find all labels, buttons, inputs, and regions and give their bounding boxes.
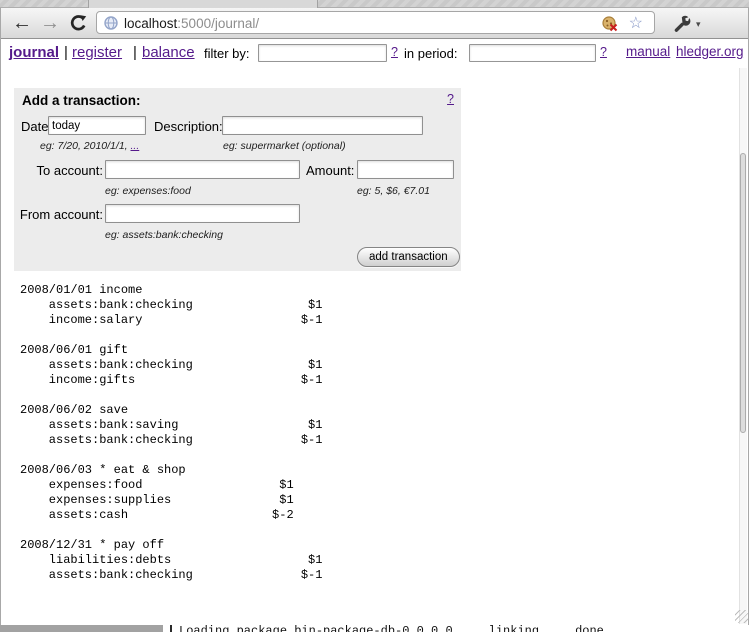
bookmark-star-icon[interactable]: ☆ <box>629 13 643 33</box>
date-hint: eg: 7/20, 2010/1/1, ... <box>40 140 139 152</box>
filter-by-label: filter by: <box>204 46 250 61</box>
browser-window: ← → localhost:5000/journal/ <box>0 0 749 632</box>
forward-button[interactable]: → <box>40 9 60 37</box>
wrench-menu-button[interactable]: ▾ <box>672 14 702 34</box>
amount-hint: eg: 5, $6, €7.01 <box>357 185 430 197</box>
description-label: Description: <box>154 119 223 134</box>
back-button[interactable]: ← <box>12 9 32 37</box>
amount-label: Amount: <box>306 163 354 178</box>
from-account-label: From account: <box>14 207 103 222</box>
amount-input[interactable] <box>357 160 454 179</box>
menu-caret-icon: ▾ <box>696 19 701 30</box>
journal-text: 2008/01/01 income assets:bank:checking $… <box>20 283 322 583</box>
panel-help-link[interactable]: ? <box>447 92 454 106</box>
nav-tab-balance[interactable]: balance <box>142 44 195 61</box>
description-input[interactable] <box>222 116 423 135</box>
period-input[interactable] <box>469 44 596 62</box>
cookie-blocked-icon[interactable] <box>601 15 618 37</box>
date-input[interactable] <box>48 116 146 135</box>
terminal-text: Loading package bin-package-db-0.0.0.0 .… <box>179 625 611 632</box>
browser-toolbar: ← → localhost:5000/journal/ <box>0 8 749 39</box>
nav-tab-journal[interactable]: journal <box>9 44 59 61</box>
scrollbar-thumb[interactable] <box>740 153 746 433</box>
resize-grip-icon[interactable] <box>735 610 748 623</box>
period-help-link[interactable]: ? <box>600 45 607 59</box>
to-account-input[interactable] <box>105 160 300 179</box>
description-hint: eg: supermarket (optional) <box>223 140 346 152</box>
add-transaction-button[interactable]: add transaction <box>357 247 460 267</box>
window-left-edge <box>0 8 1 625</box>
add-transaction-panel: Add a transaction: ? Date: Description: … <box>14 88 461 271</box>
desktop-gray-area <box>0 625 163 632</box>
panel-title: Add a transaction: <box>22 93 141 108</box>
window-titlebar[interactable] <box>0 0 749 8</box>
url-path: :5000/journal/ <box>177 16 259 31</box>
date-hint-more-link[interactable]: ... <box>131 140 140 152</box>
url-host: localhost <box>124 16 177 31</box>
filter-help-link[interactable]: ? <box>391 45 398 59</box>
reload-icon <box>69 14 88 33</box>
wrench-icon <box>672 14 692 34</box>
filter-input[interactable] <box>258 44 387 62</box>
in-period-label: in period: <box>404 46 457 61</box>
address-bar[interactable]: localhost:5000/journal/ ☆ <box>96 11 655 34</box>
hledger-navbar: journal | register | balance filter by: … <box>0 40 749 68</box>
active-tab-bottom[interactable] <box>88 0 318 8</box>
globe-icon[interactable] <box>104 16 118 35</box>
from-account-hint: eg: assets:bank:checking <box>105 229 223 241</box>
terminal-left-border <box>170 625 172 632</box>
url-text[interactable]: localhost:5000/journal/ <box>124 16 259 31</box>
date-hint-text: eg: 7/20, 2010/1/1, <box>40 140 131 152</box>
hledger-org-link[interactable]: hledger.org <box>676 44 744 59</box>
reload-button[interactable] <box>69 13 88 41</box>
nav-separator: | <box>64 44 68 61</box>
from-account-input[interactable] <box>105 204 300 223</box>
bottom-strip: Loading package bin-package-db-0.0.0.0 .… <box>0 625 749 632</box>
manual-link[interactable]: manual <box>626 44 670 59</box>
nav-tab-register[interactable]: register <box>72 44 122 61</box>
to-account-hint: eg: expenses:food <box>105 185 191 197</box>
nav-separator: | <box>133 44 137 61</box>
to-account-label: To account: <box>14 163 103 178</box>
